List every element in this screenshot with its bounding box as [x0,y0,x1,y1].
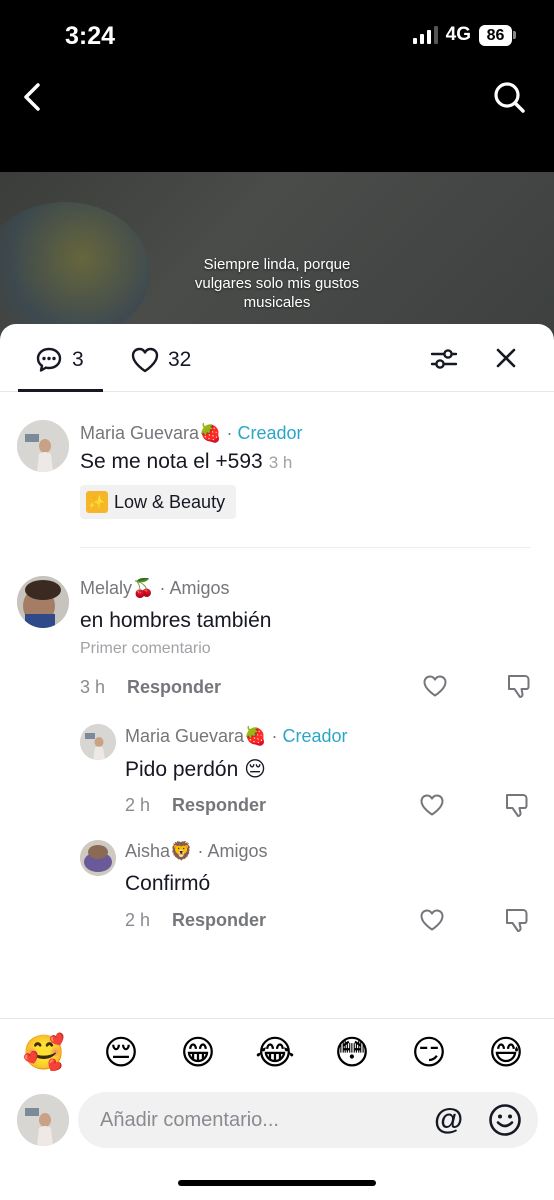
emoji-button[interactable]: 🥰 [22,1033,66,1073]
emoji-button[interactable]: 😳 [330,1033,374,1073]
video-preview[interactable]: Siempre linda, porque vulgares solo mis … [0,172,554,342]
comments-sheet: 3 32 Maria Guevara🍓 · Creador Se me nota… [0,324,554,1200]
reply-author[interactable]: Maria Guevara🍓 · Creador [125,726,348,747]
emoji-quick-bar: 🥰 😔 😁 😂 😳 😏 😅 [0,1018,554,1088]
comment-input-row: @ [0,1089,554,1159]
signal-icon [412,26,438,44]
reply-button[interactable]: Responder [172,795,266,815]
battery-icon: 86 [479,24,516,46]
comment-input[interactable] [78,1092,538,1148]
home-indicator[interactable] [178,1180,376,1186]
comment-author[interactable]: Maria Guevara🍓 · Creador [80,423,303,444]
close-icon[interactable] [494,346,518,370]
avatar[interactable] [80,724,116,760]
dislike-icon[interactable] [504,907,530,933]
comment-author[interactable]: Melaly🍒 · Amigos [80,578,230,599]
emoji-button[interactable]: 😏 [407,1033,451,1073]
reply-text: Confirmó [125,872,211,895]
emoji-button[interactable]: 😂 [253,1033,297,1073]
emoji-button[interactable]: 😅 [484,1033,528,1073]
likes-count: 32 [168,348,192,371]
dislike-icon[interactable] [506,673,532,699]
comment-text: en hombres también [80,609,272,632]
reply-button[interactable]: Responder [172,910,266,930]
tab-comments[interactable]: 3 [18,324,103,392]
first-comment-note: Primer comentario [80,640,211,657]
sparkle-icon: ✨ [86,491,108,513]
comment-bubble-icon [36,347,62,372]
reply-meta: 2 h Responder [125,795,266,816]
heart-icon [131,347,159,373]
mention-at-icon[interactable]: @ [434,1103,463,1137]
reply-text: Pido perdón 😔 [125,758,266,781]
like-heart-icon[interactable] [419,908,445,932]
comments-tabs: 3 32 [0,324,554,392]
status-indicators: 4G 86 [412,24,516,46]
reply-meta: 2 h Responder [125,910,266,931]
comment-time: 3 h [268,453,293,472]
comment-text: Se me nota el +593 3 h [80,450,293,473]
friends-badge: Amigos [169,578,230,598]
chip-label: Low & Beauty [114,491,226,512]
creator-badge: Creador [282,726,348,746]
reply-time: 2 h [125,795,151,815]
video-caption: Siempre linda, porque vulgares solo mis … [194,256,360,311]
network-type: 4G [445,24,471,45]
creator-badge: Creador [237,423,303,443]
my-avatar [17,1094,69,1146]
emoji-button[interactable]: 😁 [176,1033,220,1073]
avatar[interactable] [17,420,69,472]
friends-badge: Amigos [207,841,268,861]
status-time: 3:24 [65,22,116,50]
avatar[interactable] [17,576,69,628]
comment-meta: 3 h Responder [80,677,221,698]
comment-time: 3 h [80,677,106,697]
divider [80,547,530,548]
emoji-smiley-icon[interactable] [488,1103,522,1137]
back-arrow-icon[interactable] [18,82,48,112]
dislike-icon[interactable] [504,792,530,818]
reply-button[interactable]: Responder [127,677,221,697]
emoji-button[interactable]: 😔 [99,1033,143,1073]
comments-count: 3 [72,348,84,371]
avatar[interactable] [80,840,116,876]
sound-chip[interactable]: ✨ Low & Beauty [80,485,237,519]
top-nav [0,70,554,172]
like-heart-icon[interactable] [419,793,445,817]
search-icon[interactable] [492,80,526,114]
like-heart-icon[interactable] [422,674,448,698]
reply-time: 2 h [125,910,151,930]
battery-level: 86 [479,24,512,46]
status-bar: 3:24 4G 86 [0,0,554,70]
filter-icon[interactable] [430,346,458,372]
reply-author[interactable]: Aisha🦁 · Amigos [125,841,268,862]
